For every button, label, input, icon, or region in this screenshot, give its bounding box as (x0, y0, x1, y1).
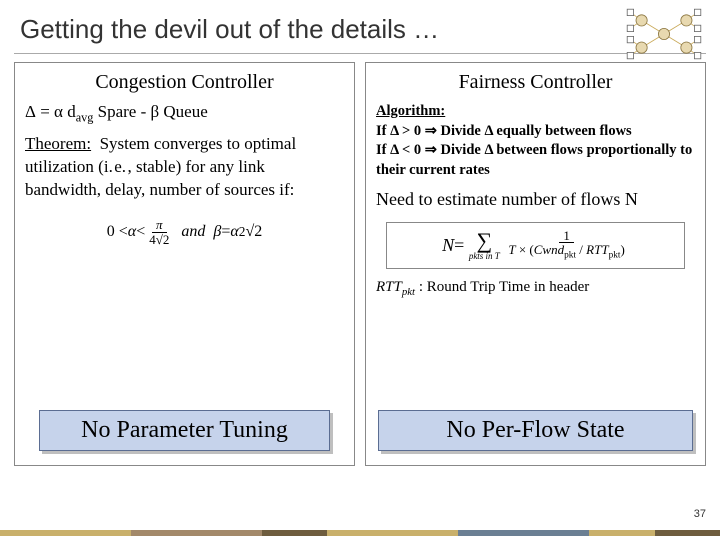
left-badge: No Parameter Tuning (39, 410, 330, 451)
algorithm-label: Algorithm: (376, 103, 445, 119)
right-badge: No Per-Flow State (378, 410, 693, 451)
rtt-note: RTTpkt : Round Trip Time in header (376, 279, 695, 298)
n-formula: N = ∑ pkts in T 1 T × (Cwndpkt / RTTpkt) (386, 222, 685, 269)
left-panel: Congestion Controller Δ = α davg Spare -… (14, 62, 355, 466)
stability-condition: 0 < α < π4√2 and β = α2√2 (25, 210, 344, 254)
left-heading: Congestion Controller (25, 71, 344, 94)
theorem-block: Theorem: System converges to optimal uti… (25, 133, 344, 202)
slide-title: Getting the devil out of the details … (0, 0, 720, 53)
theorem-label: Theorem: (25, 134, 91, 153)
right-heading: Fairness Controller (376, 71, 695, 94)
footer-accent-bar (0, 530, 720, 536)
page-number: 37 (694, 508, 706, 520)
content-row: Congestion Controller Δ = α davg Spare -… (0, 54, 720, 466)
right-panel: Fairness Controller Algorithm: If Δ > 0 … (365, 62, 706, 466)
delta-equation: Δ = α davg Spare - β Queue (25, 102, 344, 125)
cluster-diagram-icon (622, 6, 706, 62)
algo-line-1: If Δ > 0 ⇒ Divide Δ equally between flow… (376, 123, 632, 139)
algo-line-2: If Δ < 0 ⇒ Divide Δ between flows propor… (376, 142, 692, 178)
estimate-n-text: Need to estimate number of flows N (376, 188, 695, 211)
algorithm-block: Algorithm: If Δ > 0 ⇒ Divide Δ equally b… (376, 102, 695, 180)
